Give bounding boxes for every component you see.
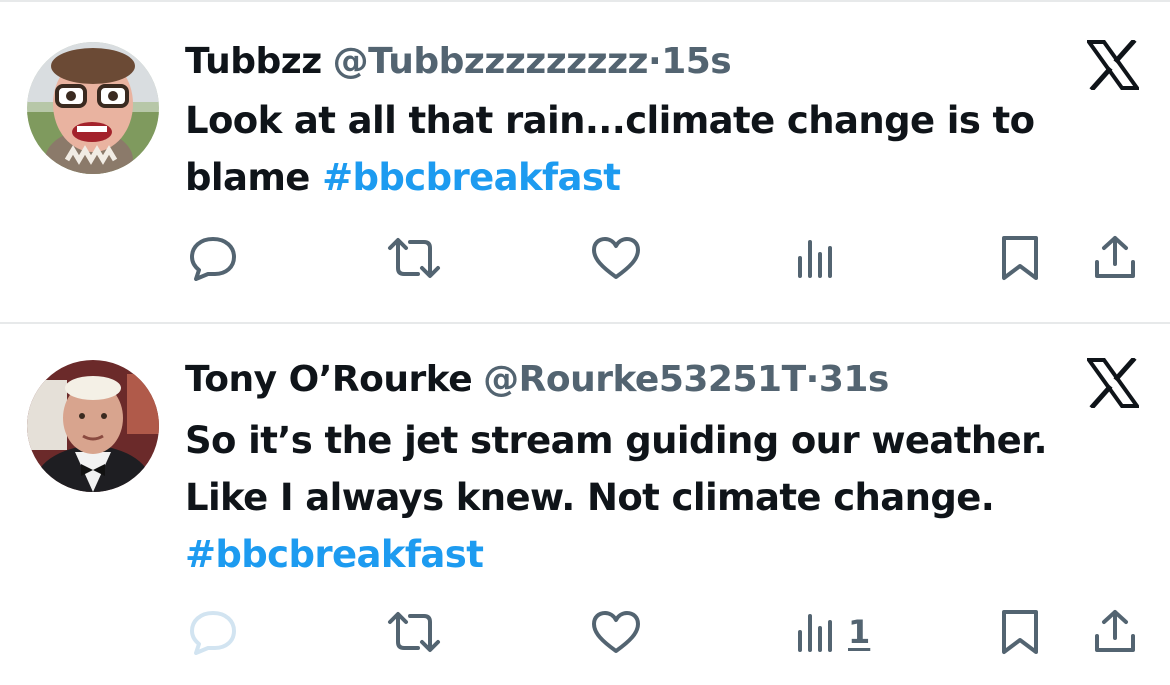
retweet-icon [388, 612, 440, 652]
timestamp[interactable]: 31s [819, 359, 890, 400]
views-count: 1 [848, 613, 871, 651]
like-button[interactable] [590, 602, 642, 662]
share-button[interactable] [1092, 602, 1138, 662]
views-icon [798, 240, 832, 278]
reply-icon [190, 611, 236, 655]
share-button[interactable] [1092, 228, 1138, 288]
user-handle[interactable]: @Tubbzzzzzzzzz [333, 41, 649, 82]
timestamp[interactable]: 15s [661, 41, 732, 82]
bookmark-button[interactable] [998, 602, 1042, 662]
bookmark-icon [1002, 236, 1038, 280]
avatar[interactable] [27, 42, 159, 174]
tweet-text-line: So it’s the jet stream guiding our weath… [185, 419, 1048, 462]
display-name[interactable]: Tubbzz [185, 41, 322, 82]
bookmark-icon [1002, 610, 1038, 654]
tweet-2[interactable]: Tony O’Rourke @Rourke53251T·31s So it’s … [0, 324, 1170, 685]
tweet-header: Tony O’Rourke @Rourke53251T·31s [185, 358, 889, 402]
tweet-actions: 1 [0, 602, 1170, 662]
reply-icon [190, 237, 236, 281]
tweet-text-line: blame [185, 156, 323, 199]
retweet-button[interactable] [386, 228, 442, 288]
retweet-button[interactable] [386, 602, 442, 662]
x-logo-icon [1085, 356, 1141, 410]
display-name[interactable]: Tony O’Rourke [185, 359, 473, 400]
tweet-header: Tubbzz @Tubbzzzzzzzzz·15s [185, 40, 732, 84]
retweet-icon [388, 238, 440, 278]
tweet-text: So it’s the jet stream guiding our weath… [185, 412, 1145, 583]
tweet-1[interactable]: Tubbzz @Tubbzzzzzzzzz·15s Look at all th… [0, 0, 1170, 322]
tweet-text-line: Look at all that rain...climate change i… [185, 99, 1035, 142]
reply-button[interactable] [188, 602, 238, 662]
hashtag-link[interactable]: #bbcbreakfast [322, 156, 621, 199]
bookmark-button[interactable] [998, 228, 1042, 288]
views-button[interactable] [796, 228, 840, 288]
share-icon [1095, 610, 1135, 652]
separator-dot: · [648, 41, 662, 82]
views-button[interactable]: 1 [796, 602, 870, 662]
share-icon [1095, 236, 1135, 278]
user-handle[interactable]: @Rourke53251T [483, 359, 806, 400]
tweet-text-line: Like I always knew. Not climate change. [185, 476, 995, 519]
like-icon [592, 237, 640, 279]
hashtag-link[interactable]: #bbcbreakfast [185, 533, 484, 576]
tweet-text: Look at all that rain...climate change i… [185, 92, 1145, 206]
reply-button[interactable] [188, 228, 238, 288]
avatar[interactable] [27, 360, 159, 492]
x-logo-icon [1085, 38, 1141, 92]
like-icon [592, 611, 640, 653]
tweet-actions [0, 228, 1170, 288]
separator-dot: · [805, 359, 820, 400]
like-button[interactable] [590, 228, 642, 288]
views-icon [798, 614, 832, 652]
